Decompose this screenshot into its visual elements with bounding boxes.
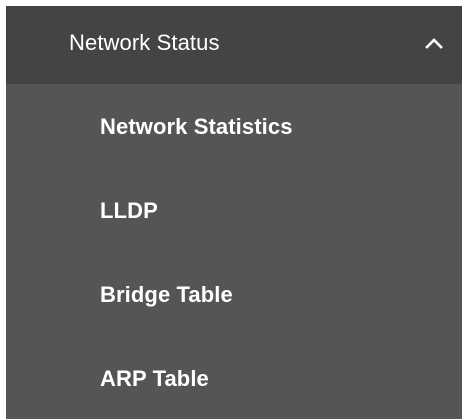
submenu-item-arp-table[interactable]: ARP Table [6, 336, 466, 420]
chevron-up-icon[interactable] [424, 36, 444, 50]
submenu-item-label: Bridge Table [100, 282, 233, 307]
submenu-item-bridge-table[interactable]: Bridge Table [6, 252, 466, 336]
submenu-item-label: LLDP [100, 198, 158, 223]
network-status-label: Network Status [69, 30, 220, 55]
network-status-header[interactable]: Network Status [6, 6, 466, 84]
submenu-item-label: ARP Table [100, 366, 209, 391]
network-status-menu: Network Status Network Statistics LLDP B… [0, 0, 466, 419]
page-edge [462, 0, 466, 419]
submenu-item-lldp[interactable]: LLDP [6, 168, 466, 252]
submenu-item-label: Network Statistics [100, 114, 293, 139]
submenu-item-network-statistics[interactable]: Network Statistics [6, 84, 466, 168]
